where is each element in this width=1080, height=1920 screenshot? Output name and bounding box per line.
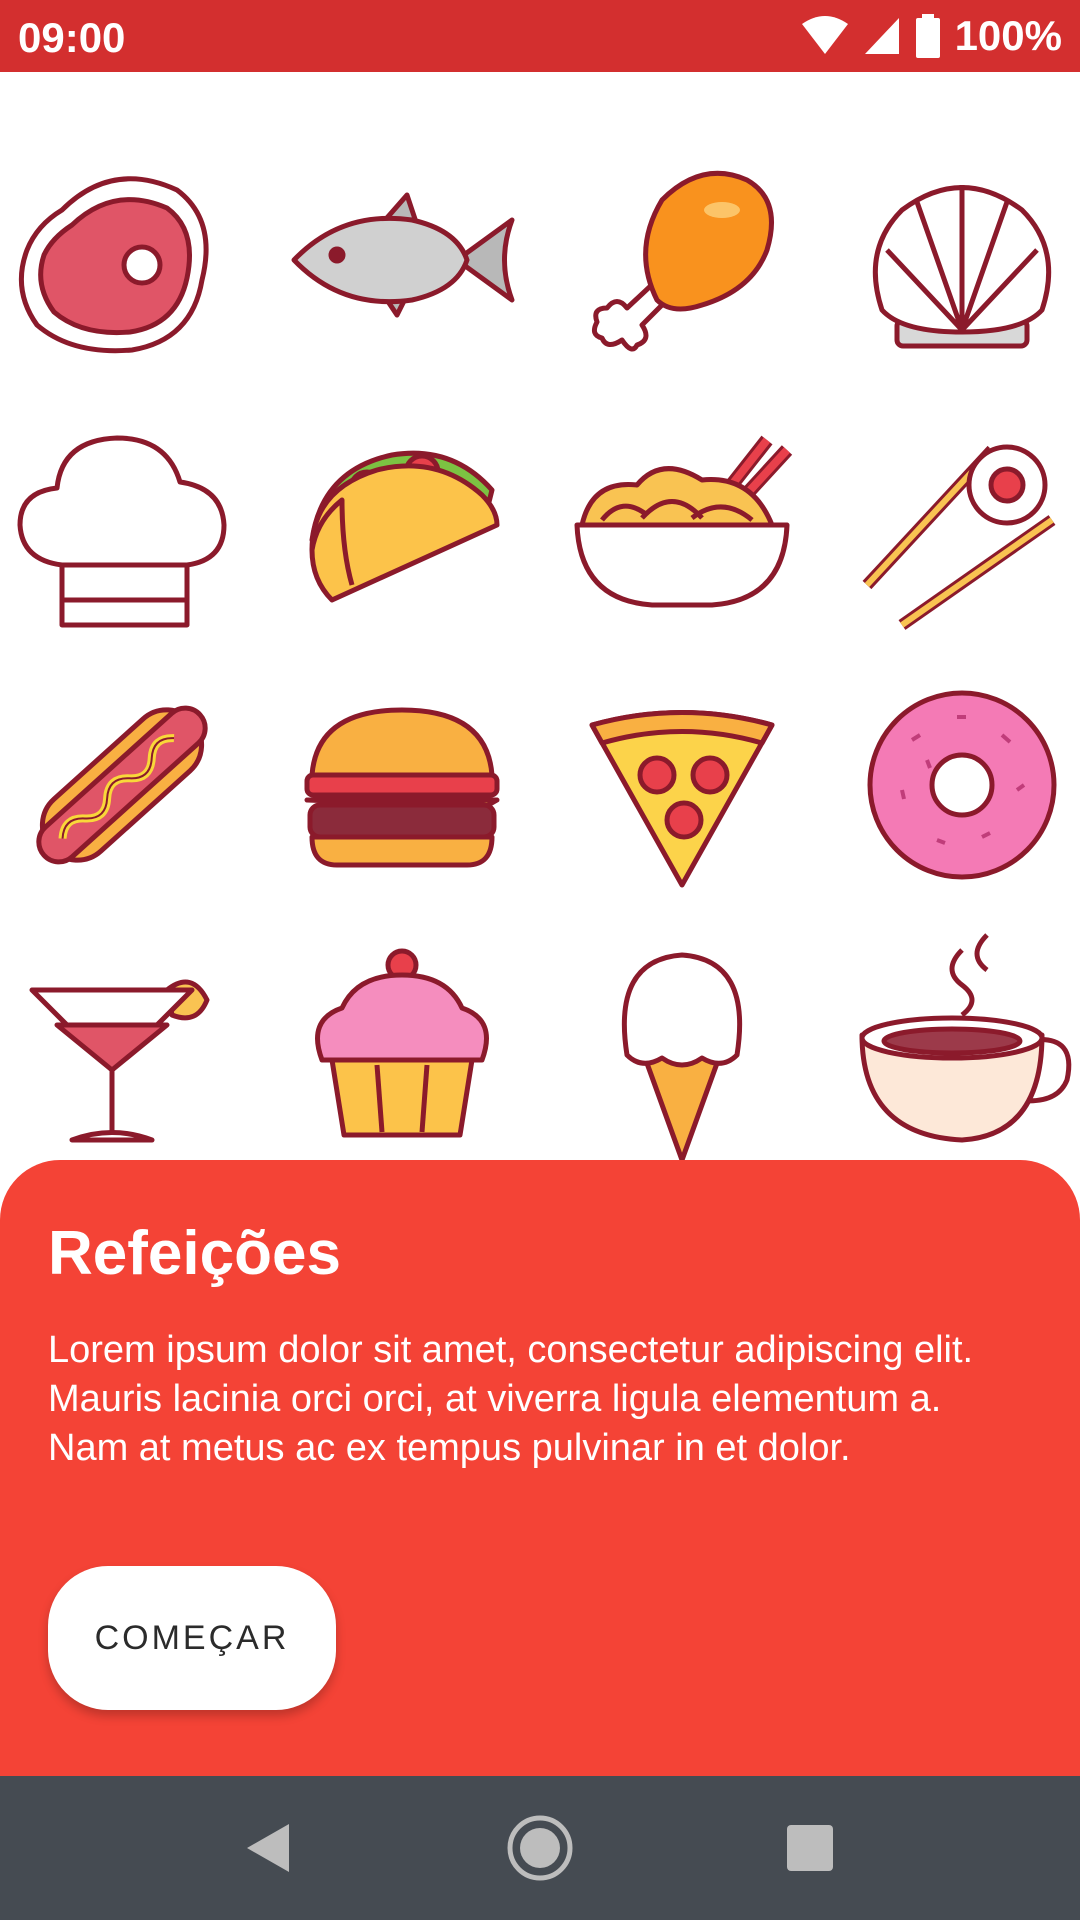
coffee-cup-icon [842,920,1080,1160]
chef-hat-icon [2,400,242,640]
seashell-icon [842,140,1080,380]
sheet-description: Lorem ipsum dolor sit amet, consectetur … [48,1329,974,1469]
food-illustration-grid [0,140,1080,1163]
system-navigation-bar [0,1776,1080,1920]
back-icon[interactable] [232,1812,304,1884]
noodle-bowl-icon [562,400,802,640]
sushi-chopsticks-icon [842,400,1080,640]
steak-icon [2,140,242,380]
cupcake-icon [282,920,522,1160]
battery-percentage: 100% [954,12,1062,59]
status-time: 09:00 [18,14,126,61]
battery-icon [915,14,941,58]
taco-icon [282,400,522,640]
sheet-title: Refeições [48,1219,341,1288]
status-icons: 100% [801,12,1062,60]
hot-dog-icon [2,665,242,905]
home-icon[interactable] [504,1812,576,1884]
cocktail-icon [2,920,242,1160]
recents-icon[interactable] [774,1812,846,1884]
ice-cream-cone-icon [562,920,802,1163]
cell-signal-icon [863,16,901,56]
burger-icon [282,665,522,905]
wifi-icon [801,16,849,56]
pizza-slice-icon [562,665,802,905]
start-button[interactable]: COMEÇAR [48,1566,336,1710]
donut-icon [842,665,1080,905]
chicken-leg-icon [562,140,802,380]
intro-bottom-sheet: Refeições Lorem ipsum dolor sit amet, co… [0,1160,1080,1776]
status-bar: 09:00 100% [0,0,1080,72]
fish-icon [282,140,522,380]
